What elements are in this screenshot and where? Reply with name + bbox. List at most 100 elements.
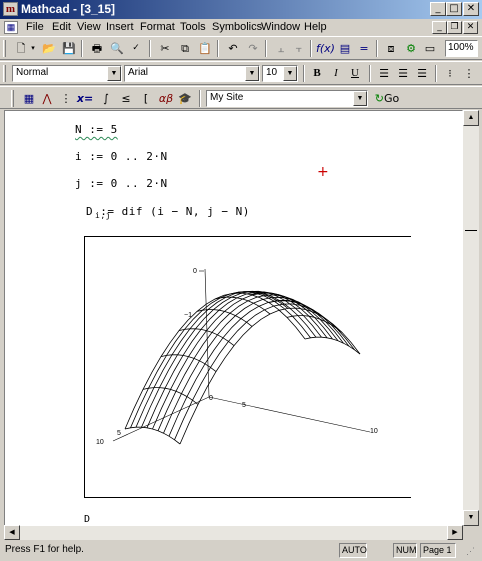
math-region-j[interactable]: j := 0 .. 2·N — [75, 177, 168, 190]
align-right-icon[interactable]: ☰ — [413, 65, 431, 82]
scroll-left-icon[interactable]: ◀ — [4, 525, 20, 540]
style-value: Normal — [16, 67, 49, 78]
menu-window[interactable]: Window — [261, 21, 300, 33]
graph-palette-icon[interactable]: ⋀ — [38, 90, 56, 107]
surface-plot[interactable]: 0 −1 10 5 0 5 10 — [84, 236, 411, 498]
zoom-field[interactable]: 100% — [445, 40, 478, 57]
go-button[interactable]: ↻Go — [372, 90, 402, 107]
math-region-i[interactable]: i := 0 .. 2·N — [75, 150, 168, 163]
resources-select[interactable]: My Site ▼ — [206, 90, 368, 107]
maximize-button[interactable]: □ — [446, 2, 462, 16]
calculator-palette-icon[interactable]: ▦ — [20, 90, 38, 107]
font-select[interactable]: Arial ▼ — [124, 65, 260, 82]
surface-mesh-line — [178, 328, 235, 346]
formatting-toolbar: Normal ▼ Arial ▼ 10 ▼ B I U ☰ ☰ ☰ ⁝ ⋮ — [0, 61, 482, 85]
document-minimize-button[interactable]: _ — [432, 21, 447, 34]
math-region-d[interactable]: i,j D := dif (i − N, j − N) — [86, 205, 250, 220]
copy-icon[interactable]: ⧉ — [176, 40, 194, 57]
print-preview-icon[interactable]: 🔍 — [108, 40, 126, 57]
vertical-scrollbar[interactable]: ▲ ▼ — [463, 110, 479, 526]
redo-icon[interactable]: ↷ — [244, 40, 262, 57]
new-dropdown-arrow[interactable]: ▾ — [28, 40, 38, 57]
toolbar-grip[interactable] — [3, 65, 6, 82]
math-region-d-label[interactable]: D — [84, 514, 91, 525]
insert-unit-icon[interactable]: ▤ — [336, 40, 354, 57]
undo-icon[interactable]: ↶ — [224, 40, 242, 57]
origin-tick-0: 0 — [209, 395, 213, 402]
math-text-i: i := 0 .. 2·N — [75, 150, 168, 163]
align-center-icon[interactable]: ☰ — [394, 65, 412, 82]
y-tick-10: 10 — [370, 428, 378, 435]
bullets-icon[interactable]: ⁝ — [441, 65, 459, 82]
paste-icon[interactable]: 📋 — [196, 40, 214, 57]
spell-check-icon[interactable]: ✓ — [127, 40, 145, 57]
close-button[interactable]: ✕ — [463, 2, 479, 16]
toolbar-grip[interactable] — [3, 40, 6, 57]
math-text-j: j := 0 .. 2·N — [75, 177, 168, 190]
italic-button[interactable]: I — [327, 65, 345, 82]
surface-label: D — [84, 514, 91, 525]
chevron-down-icon[interactable]: ▼ — [245, 66, 259, 81]
toolbar-separator — [369, 65, 371, 82]
toolbar-separator — [217, 40, 219, 57]
calculus-palette-icon[interactable]: ∫ — [97, 90, 115, 107]
surface-mesh-line — [286, 315, 343, 333]
open-icon[interactable]: 📂 — [40, 40, 58, 57]
align-left-icon[interactable]: ☰ — [375, 65, 393, 82]
resources-icon[interactable]: ⚙ — [402, 40, 420, 57]
chevron-down-icon[interactable]: ▼ — [283, 66, 297, 81]
status-page: Page 1 — [420, 543, 456, 558]
menu-help[interactable]: Help — [304, 21, 327, 33]
menu-file[interactable]: File — [26, 21, 44, 33]
style-select[interactable]: Normal ▼ — [12, 65, 122, 82]
save-icon[interactable]: 💾 — [60, 40, 78, 57]
evaluation-palette-icon[interactable]: x= — [76, 90, 94, 107]
scroll-right-icon[interactable]: ▶ — [447, 525, 463, 540]
menu-insert[interactable]: Insert — [106, 21, 134, 33]
menu-symbolics[interactable]: Symbolics — [212, 21, 262, 33]
cut-icon[interactable]: ✂ — [156, 40, 174, 57]
programming-palette-icon[interactable]: [ — [137, 90, 155, 107]
math-region-n[interactable]: N := 5 — [75, 123, 118, 136]
mathcad-app-icon[interactable]: m — [3, 2, 18, 16]
boolean-palette-icon[interactable]: ≤ — [117, 90, 135, 107]
menu-view[interactable]: View — [77, 21, 101, 33]
underline-button[interactable]: U — [346, 65, 364, 82]
numbering-icon[interactable]: ⋮ — [460, 65, 478, 82]
scroll-up-icon[interactable]: ▲ — [463, 110, 479, 126]
document-restore-button[interactable]: ❐ — [447, 21, 462, 34]
align-down-icon[interactable]: ⫟ — [290, 40, 308, 57]
surface-mesh-line — [304, 336, 361, 355]
document-icon[interactable]: ▦ — [4, 21, 18, 34]
chevron-down-icon[interactable]: ▼ — [353, 91, 367, 106]
insert-component-icon[interactable]: ▭ — [421, 40, 439, 57]
go-arrow-icon: ↻ — [374, 92, 384, 105]
y-tick-5: 5 — [242, 402, 246, 409]
toolbar-separator — [376, 40, 378, 57]
font-size-select[interactable]: 10 ▼ — [262, 65, 298, 82]
menu-tools[interactable]: Tools — [180, 21, 206, 33]
menu-edit[interactable]: Edit — [52, 21, 71, 33]
z-tick-minus1: −1 — [184, 312, 192, 319]
status-help-text: Press F1 for help. — [5, 544, 84, 555]
scroll-down-icon[interactable]: ▼ — [463, 510, 479, 526]
align-across-icon[interactable]: ⫠ — [272, 40, 290, 57]
chevron-down-icon[interactable]: ▼ — [107, 66, 121, 81]
calculate-icon[interactable]: = — [355, 40, 373, 57]
document-close-button[interactable]: ✕ — [463, 21, 478, 34]
resize-grip-icon[interactable]: ⋰ — [466, 546, 478, 558]
matrix-palette-icon[interactable]: ⋮ — [57, 90, 75, 107]
toolbar-grip[interactable] — [11, 90, 14, 107]
bold-button[interactable]: B — [308, 65, 326, 82]
horizontal-scrollbar[interactable]: ◀ ▶ — [4, 525, 463, 540]
symbolic-palette-icon[interactable]: 🎓 — [176, 90, 194, 107]
greek-palette-icon[interactable]: αβ — [157, 90, 175, 107]
x-axis — [112, 396, 210, 442]
title-bar: m Mathcad - [3_15] _ □ ✕ — [0, 0, 482, 19]
minimize-button[interactable]: _ — [430, 2, 446, 16]
menu-format[interactable]: Format — [140, 21, 175, 33]
component-icon[interactable]: ⧈ — [382, 40, 400, 57]
toolbar-separator — [435, 65, 437, 82]
print-icon[interactable]: 🖶 — [88, 40, 106, 57]
insert-function-icon[interactable]: f(x) — [316, 40, 335, 57]
